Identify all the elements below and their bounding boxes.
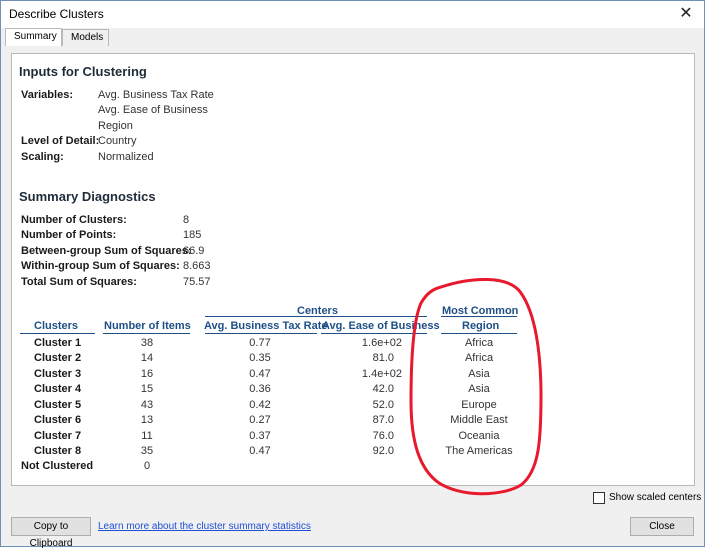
region-value: Oceania [458,430,500,442]
col-header-avg-business-tax-rate: Avg. Business Tax Rate [204,320,328,332]
cluster-name: Cluster 1 [34,337,82,349]
cluster-name: Cluster 4 [34,383,82,395]
cluster-name: Cluster 3 [34,368,82,380]
diag-value: 8.663 [183,260,211,272]
cluster-name: Cluster 6 [34,414,82,426]
cluster-name: Cluster 8 [34,445,82,457]
learn-more-link[interactable]: Learn more about the cluster summary sta… [98,521,311,532]
tax-value: 0.35 [249,352,271,364]
variables-label: Variables: [21,89,73,101]
scaling-value: Normalized [98,151,154,163]
variable-1: Avg. Business Tax Rate [98,89,214,101]
diag-label: Total Sum of Squares: [21,276,137,288]
diag-value: 8 [183,214,190,226]
tax-value: 0.47 [249,445,271,457]
region-underline [441,333,517,334]
cluster-name: Not Clustered [21,460,94,472]
col-header-number-of-items: Number of Items [104,320,191,332]
ease-value: 1.6e+02 [361,337,402,349]
diag-label: Number of Clusters: [21,214,127,226]
region-value: Africa [464,352,494,364]
cluster-name: Cluster 2 [34,352,82,364]
tab-summary[interactable]: Summary [5,28,62,46]
diag-value: 66.9 [183,245,205,257]
inputs-heading: Inputs for Clustering [19,64,147,79]
tax-value: 0.77 [249,337,271,349]
diagnostics-heading: Summary Diagnostics [19,189,156,204]
region-value: Africa [464,337,494,349]
region-value: Asia [468,368,490,380]
ease-value: 42.0 [372,383,394,395]
items-value: 11 [141,430,153,442]
close-icon[interactable]: ✕ [674,3,698,25]
most-common-underline [441,316,517,317]
diag-value: 75.57 [183,276,211,288]
variable-3: Region [98,120,133,132]
region-value: Europe [461,399,497,411]
tax-underline [205,333,317,334]
diag-label: Between-group Sum of Squares: [21,245,192,257]
items-value: 43 [140,399,154,411]
ease-value: 87.0 [372,414,394,426]
region-value: Middle East [450,414,508,426]
ease-value: 1.4e+02 [361,368,402,380]
tax-value: 0.47 [249,368,271,380]
items-value: 35 [140,445,154,457]
window-title: Describe Clusters [9,7,104,21]
tax-value: 0.27 [249,414,271,426]
variable-2: Avg. Ease of Business [98,104,208,116]
ease-value: 92.0 [372,445,394,457]
ease-value: 76.0 [372,430,394,442]
title-bar: Describe Clusters ✕ [1,1,704,28]
clusters-underline [20,333,95,334]
items-value: 15 [140,383,154,395]
col-header-avg-ease-of-business: Avg. Ease of Business [322,320,440,332]
show-scaled-centers-label[interactable]: Show scaled centers [609,492,701,503]
ease-value: 81.0 [372,352,394,364]
level-of-detail-value: Country [98,135,137,147]
items-value: 14 [140,352,154,364]
col-header-clusters: Clusters [34,320,79,332]
ease-value: 52.0 [372,399,394,411]
centers-underline [205,316,427,317]
items-value: 38 [140,337,154,349]
items-value: 16 [140,368,154,380]
tax-value: 0.36 [249,383,271,395]
summary-panel: Inputs for Clustering Variables: Avg. Bu… [11,53,695,486]
diag-label: Number of Points: [21,229,117,241]
items-value: 0 [143,460,151,472]
region-value: Asia [468,383,490,395]
level-of-detail-label: Level of Detail: [21,135,100,147]
ease-underline [321,333,427,334]
cluster-name: Cluster 5 [34,399,82,411]
tax-value: 0.37 [249,430,271,442]
describe-clusters-dialog: Describe Clusters ✕ Summary Models Input… [0,0,705,549]
region-value: The Americas [445,445,513,457]
diag-value: 185 [183,229,202,241]
dialog-footer: Show scaled centers Copy to Clipboard Le… [1,486,704,549]
tab-models[interactable]: Models [62,29,109,46]
col-header-region: Region [462,320,500,332]
tax-value: 0.42 [249,399,271,411]
close-button[interactable]: Close [630,517,694,536]
scaling-label: Scaling: [21,151,64,163]
diag-label: Within-group Sum of Squares: [21,260,180,272]
copy-to-clipboard-button[interactable]: Copy to Clipboard [11,517,91,549]
items-underline [103,333,190,334]
show-scaled-centers-checkbox[interactable] [593,492,605,504]
cluster-name: Cluster 7 [34,430,82,442]
items-value: 13 [140,414,154,426]
